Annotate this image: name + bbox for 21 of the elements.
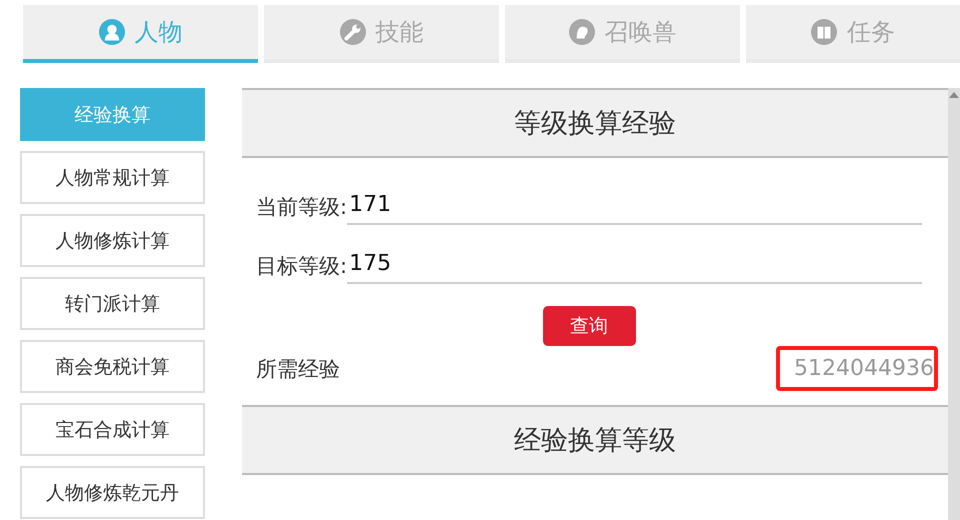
scrollbar[interactable] [948,88,960,520]
person-icon [98,19,124,45]
creature-icon [568,19,594,45]
sidebar-item[interactable]: 宝石合成计算 [20,403,205,456]
result-label: 所需经验 [256,356,340,382]
sidebar-item[interactable]: 人物修炼乾元丹 [20,466,205,519]
book-icon [811,19,837,45]
field-label: 当前等级: [256,194,348,221]
sidebar-item[interactable]: 转门派计算 [20,277,205,330]
sidebar-item[interactable]: 人物修炼计算 [20,214,205,267]
input-field[interactable]: 171 [347,192,922,225]
wrench-icon [340,19,366,45]
sidebar-item[interactable]: 人物常规计算 [20,151,205,204]
result-value: 5124044936 [776,346,938,391]
scroll-up-icon[interactable] [949,92,959,98]
field-label: 目标等级: [256,253,348,280]
input-field[interactable]: 175 [347,251,922,284]
query-button[interactable]: 查询 [542,306,636,346]
section-header: 经验换算等级 [242,407,948,475]
sidebar-item[interactable]: 商会免税计算 [20,340,205,393]
section-header: 等级换算经验 [242,90,948,158]
